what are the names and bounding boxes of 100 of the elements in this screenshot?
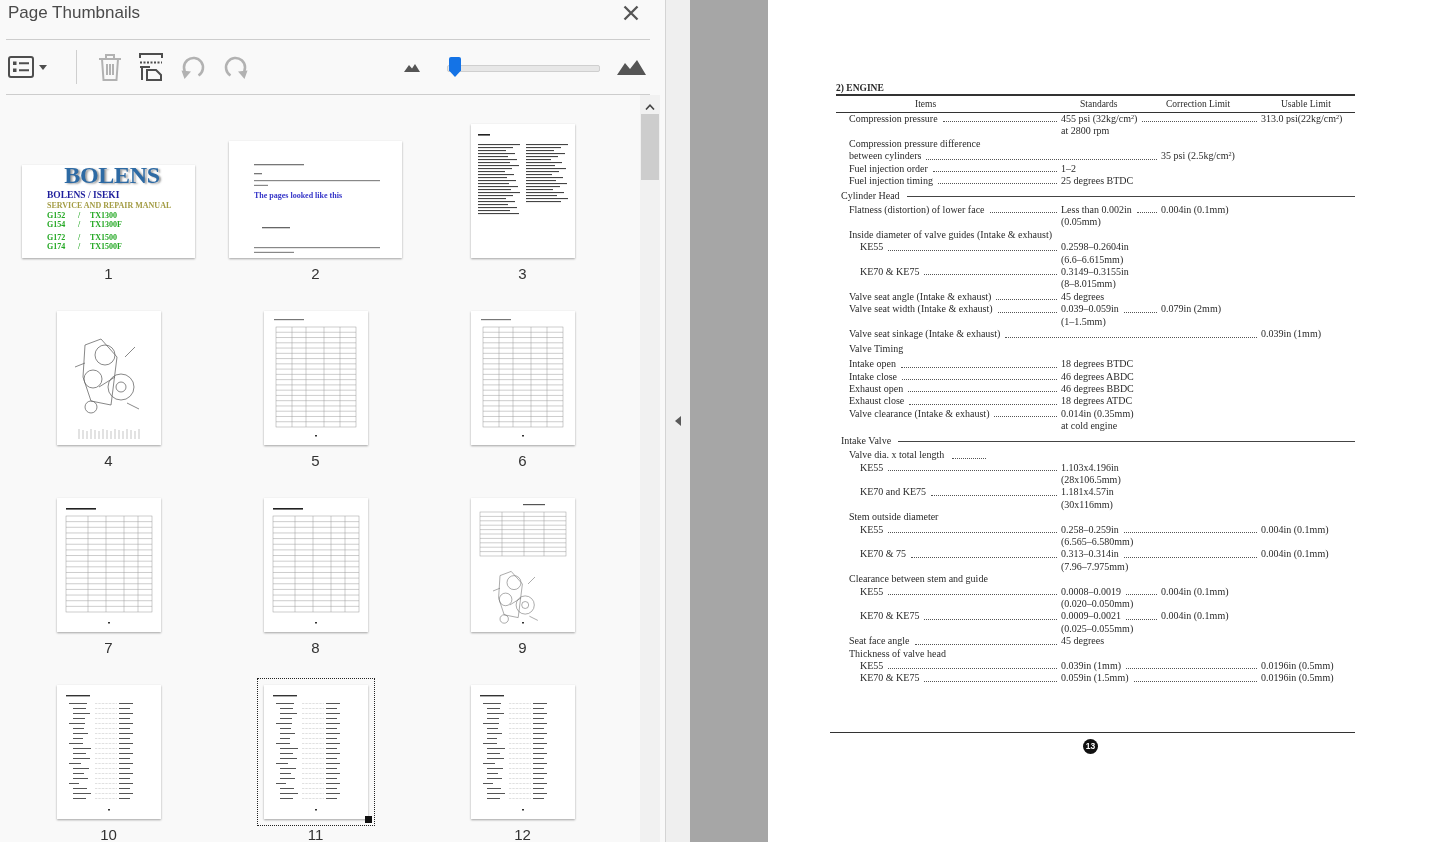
spec-value: 25 degrees BTDC: [1061, 175, 1134, 188]
spec-value: 1–2: [1061, 162, 1076, 176]
page-thumbnail[interactable]: [263, 498, 368, 632]
spec-label: Valve Timing: [849, 343, 904, 356]
slider-thumb[interactable]: [448, 57, 461, 77]
page-thumbnail[interactable]: [470, 124, 575, 258]
page-number-label: 6: [518, 454, 527, 468]
spec-value: 0.079in (2mm): [1161, 303, 1221, 316]
page-number: 13: [1083, 738, 1098, 754]
panel-title: Page Thumbnails: [8, 3, 140, 23]
page-number-label: 5: [311, 454, 320, 468]
spec-label: Thickness of valve head: [849, 647, 946, 661]
model-separator: /: [78, 234, 81, 243]
spec-value: 0.004in (0.1mm): [1261, 523, 1329, 536]
page-thumbnail[interactable]: [263, 311, 368, 445]
spec-value: (30x116mm): [1061, 498, 1113, 512]
spec-label: Valve seat width (Intake & exhaust): [849, 303, 993, 316]
section-heading: Intake Valve: [841, 435, 892, 448]
page-number-label: 11: [307, 828, 324, 842]
spec-label: KE55: [860, 660, 884, 673]
page-thumbnail[interactable]: [470, 685, 575, 819]
cover-caption: SERVICE AND REPAIR MANUAL: [47, 201, 172, 210]
small-mountain-icon[interactable]: [404, 62, 420, 72]
model-name: TX1300: [90, 212, 118, 221]
spec-label: Compression pressure difference: [849, 137, 981, 151]
column-header: Correction Limit: [1166, 98, 1231, 110]
page-thumbnail[interactable]: [56, 498, 161, 632]
page-thumbnail[interactable]: [470, 498, 575, 632]
spec-value: 0.2598–0.2604in: [1061, 241, 1129, 254]
spec-value: 0.039in (1mm): [1061, 660, 1121, 673]
spec-label: KE55: [860, 523, 884, 536]
spec-value: 1.103x4.196in: [1061, 461, 1119, 474]
spec-value: 0.004in (0.1mm): [1161, 610, 1229, 623]
spec-value: 1.181x4.57in: [1061, 486, 1114, 499]
spec-label: Exhaust close: [849, 395, 905, 408]
spec-value: 0.039–0.059in: [1061, 303, 1119, 316]
spec-value: 0.0196in (0.5mm): [1261, 672, 1334, 685]
view-options-button[interactable]: [8, 56, 47, 78]
model-name: TX1300F: [90, 220, 122, 229]
model-name: TX1500: [90, 234, 118, 243]
spec-value: (6.565–6.580mm): [1061, 535, 1134, 549]
page-thumbnail[interactable]: [256, 678, 375, 826]
spec-value: 18 degrees BTDC: [1061, 358, 1134, 371]
spec-value: (6.6–6.615mm): [1061, 253, 1124, 267]
spec-value: (0.020–0.050mm): [1061, 598, 1134, 611]
spec-value: 45 degrees: [1061, 290, 1105, 304]
spec-value: 18 degrees ATDC: [1061, 395, 1133, 408]
spec-value: 46 degrees BBDC: [1061, 382, 1134, 396]
spec-value: 0.004in (0.1mm): [1161, 204, 1229, 217]
spec-label: Intake open: [849, 358, 896, 371]
insert-pages-button[interactable]: [139, 53, 163, 81]
section-title: 2) ENGINE: [836, 82, 884, 94]
spec-label: Clearance between stem and guide: [849, 573, 988, 586]
scrollbar-thumb[interactable]: [641, 114, 659, 180]
spec-value: 455 psi (32kg/cm$^{2}$): [1061, 113, 1138, 126]
column-header: Standards: [1080, 98, 1118, 110]
page-number-label: 1: [104, 267, 113, 281]
spec-label: Seat face angle: [849, 635, 910, 648]
column-header: Items: [915, 98, 937, 110]
spec-label: Fuel injection order: [849, 162, 928, 176]
notice-text: The pages looked like this: [254, 191, 342, 200]
spec-value: 0.0008–0.0019: [1061, 585, 1121, 598]
spec-value: at 2800 rpm: [1061, 125, 1110, 138]
spec-label: Exhaust open: [849, 382, 904, 396]
spec-value: 35 psi (2.5kg/cm$^{2}$): [1161, 150, 1235, 163]
spec-value: 0.0009–0.0021: [1061, 610, 1121, 623]
chevron-up-icon[interactable]: [645, 104, 655, 110]
model-separator: /: [78, 212, 81, 221]
spec-value: 0.004in (0.1mm): [1261, 548, 1329, 561]
spec-label: KE70 & KE75: [860, 672, 920, 685]
close-button[interactable]: [623, 5, 639, 21]
page-number-label: 4: [104, 454, 113, 468]
page-thumbnail[interactable]: [470, 311, 575, 445]
spec-label: Inside diameter of valve guides (Intake & exhaust): [849, 228, 1052, 242]
spec-label: Stem outside diameter: [849, 511, 939, 524]
spec-label: Intake close: [849, 370, 898, 383]
spec-label: KE70 and KE75: [860, 486, 927, 499]
spec-label: between cylinders: [849, 150, 922, 163]
large-mountain-icon[interactable]: [617, 59, 646, 75]
model-separator: /: [78, 242, 81, 251]
page-thumbnail[interactable]: [56, 685, 161, 819]
spec-value: 45 degrees: [1061, 635, 1105, 648]
section-heading: Cylinder Head: [841, 190, 900, 203]
spec-value: 0.004in (0.1mm): [1161, 585, 1229, 598]
spec-value: 46 degrees ABDC: [1061, 370, 1134, 383]
page-thumbnail[interactable]: BOLENS BOLENS / ISEKI SERVICE AND REPAIR MANUAL G152 / TX1300 G154 / TX1300F G172 / TX1500 G174 / TX1500F: [22, 165, 195, 258]
collapse-arrow-icon[interactable]: [675, 416, 681, 426]
spec-value: (1–1.5mm): [1061, 315, 1106, 329]
spec-value: 0.313–0.314in: [1061, 548, 1119, 561]
spec-value: 0.039in (1mm): [1261, 328, 1321, 341]
clockwise-arrow-icon: [223, 54, 249, 80]
model-name: TX1500F: [90, 242, 122, 251]
caret-icon: [39, 64, 47, 70]
page-thumbnail[interactable]: [56, 311, 161, 445]
page-number-label: 7: [104, 641, 113, 655]
page-thumbnail[interactable]: The pages looked like this: [229, 141, 402, 258]
resize-handle[interactable]: [364, 816, 372, 823]
spec-label: KE70 & KE75: [860, 610, 920, 623]
size-slider[interactable]: [447, 57, 600, 77]
spec-value: (0.05mm): [1061, 216, 1101, 229]
